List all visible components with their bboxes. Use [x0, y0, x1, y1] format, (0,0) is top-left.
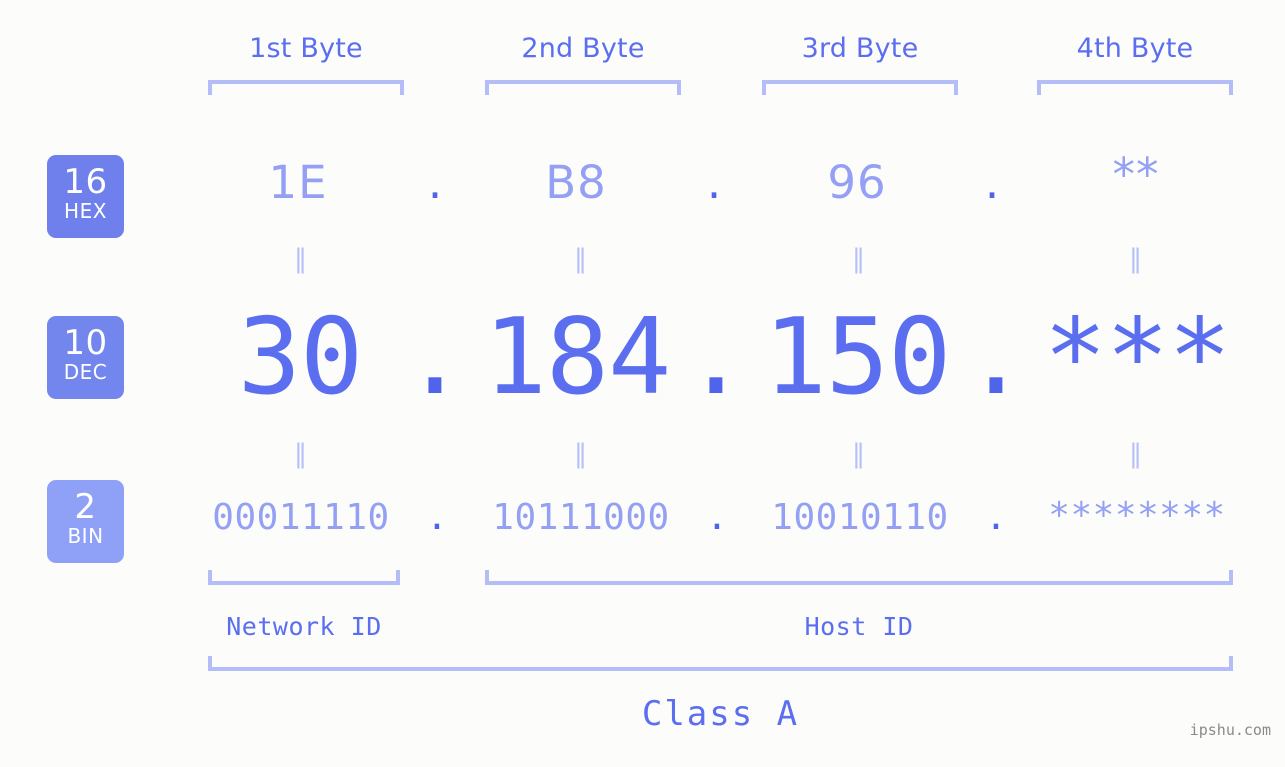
base-badge-hex: 16 HEX: [47, 155, 124, 238]
bin-separator-3: .: [985, 497, 1007, 538]
bin-byte-4: ********: [1048, 495, 1226, 536]
dec-separator-1: .: [403, 296, 467, 418]
hex-separator-2: .: [706, 156, 722, 209]
dec-byte-1: 30: [237, 296, 363, 418]
base-badge-hex-number: 16: [63, 162, 108, 202]
network-id-label: Network ID: [226, 612, 382, 641]
dec-byte-2: 184: [483, 296, 672, 418]
byte-bracket-4: [1037, 80, 1233, 95]
byte-bracket-1: [208, 80, 404, 95]
byte-header-2: 2nd Byte: [521, 33, 645, 64]
byte-header-4: 4th Byte: [1076, 33, 1194, 64]
base-badge-dec: 10 DEC: [47, 316, 124, 399]
host-id-label: Host ID: [804, 612, 914, 641]
watermark: ipshu.com: [1189, 721, 1271, 739]
network-id-bracket: [208, 570, 400, 585]
hex-separator-3: .: [984, 156, 1000, 209]
equals-mark-hex-dec-4: ‖: [1129, 244, 1143, 274]
class-bracket: [208, 656, 1233, 671]
dec-separator-2: .: [684, 296, 748, 418]
base-badge-bin-name: BIN: [67, 524, 104, 548]
equals-mark-dec-bin-2: ‖: [574, 439, 588, 469]
byte-bracket-3: [762, 80, 958, 95]
equals-mark-dec-bin-4: ‖: [1129, 439, 1143, 469]
hex-byte-3: 96: [827, 156, 887, 209]
ip-breakdown-diagram: 1st Byte 2nd Byte 3rd Byte 4th Byte 16 H…: [0, 0, 1285, 767]
hex-byte-4: **: [1112, 148, 1160, 201]
hex-byte-1: 1E: [268, 156, 328, 209]
base-badge-bin: 2 BIN: [47, 480, 124, 563]
dec-separator-3: .: [964, 296, 1028, 418]
dec-byte-4: ***: [1043, 296, 1232, 418]
bin-byte-3: 10010110: [771, 497, 949, 538]
class-label: Class A: [641, 694, 800, 734]
bin-byte-2: 10111000: [492, 497, 670, 538]
bin-separator-1: .: [426, 497, 448, 538]
equals-mark-hex-dec-2: ‖: [574, 244, 588, 274]
hex-byte-2: B8: [545, 156, 607, 209]
byte-header-1: 1st Byte: [249, 33, 363, 64]
dec-byte-3: 150: [763, 296, 952, 418]
base-badge-dec-number: 10: [63, 323, 108, 363]
bin-separator-2: .: [706, 497, 728, 538]
equals-mark-hex-dec-1: ‖: [294, 244, 308, 274]
equals-mark-dec-bin-1: ‖: [294, 439, 308, 469]
hex-separator-1: .: [427, 156, 443, 209]
base-badge-dec-name: DEC: [63, 360, 108, 384]
base-badge-bin-number: 2: [74, 487, 97, 527]
equals-mark-dec-bin-3: ‖: [852, 439, 866, 469]
equals-mark-hex-dec-3: ‖: [852, 244, 866, 274]
bin-byte-1: 00011110: [212, 497, 390, 538]
byte-bracket-2: [485, 80, 681, 95]
byte-header-3: 3rd Byte: [801, 33, 919, 64]
host-id-bracket: [485, 570, 1233, 585]
base-badge-hex-name: HEX: [64, 199, 107, 223]
